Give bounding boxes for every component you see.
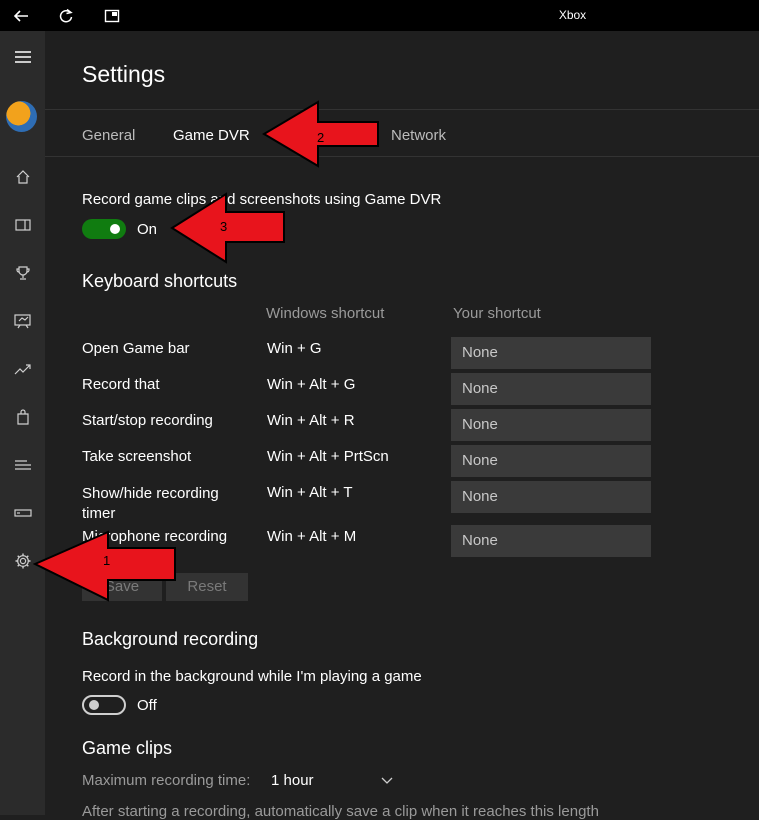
- auto-save-description: After starting a recording, automaticall…: [82, 803, 599, 820]
- chevron-down-icon: [381, 777, 393, 784]
- annotation-number: 1: [103, 553, 110, 568]
- shortcut-action: Start/stop recording: [82, 412, 213, 429]
- windows-shortcut: Win + Alt + T: [267, 484, 353, 501]
- max-recording-time-dropdown[interactable]: 1 hour: [271, 769, 401, 793]
- sidebar: [0, 31, 45, 815]
- background-recording-toggle[interactable]: [82, 695, 126, 715]
- sidebar-item-store[interactable]: [0, 397, 45, 437]
- max-recording-time-value: 1 hour: [271, 772, 314, 789]
- sidebar-item-trending[interactable]: [0, 349, 45, 389]
- game-dvr-icon: [13, 314, 31, 329]
- reset-button[interactable]: Reset: [166, 573, 248, 601]
- your-shortcut-input[interactable]: None: [451, 481, 651, 513]
- your-shortcut-input[interactable]: None: [451, 525, 651, 557]
- tabs-divider: [45, 156, 759, 157]
- toggle-knob: [110, 224, 120, 234]
- games-icon: [14, 219, 31, 231]
- window-title: Xbox: [558, 8, 587, 22]
- windows-shortcut: Win + Alt + M: [267, 528, 357, 545]
- hamburger-menu-button[interactable]: [0, 37, 45, 77]
- max-recording-time-label: Maximum recording time:: [82, 772, 251, 789]
- tab-game-dvr[interactable]: Game DVR: [173, 127, 250, 144]
- keyboard-shortcuts-heading: Keyboard shortcuts: [82, 271, 238, 291]
- sidebar-item-home[interactable]: [0, 157, 45, 197]
- shortcut-action: Open Game bar: [82, 340, 190, 357]
- your-shortcut-input[interactable]: None: [451, 373, 651, 405]
- background-recording-heading: Background recording: [82, 629, 259, 649]
- header-divider: [45, 109, 759, 110]
- windows-shortcut: Win + Alt + R: [267, 412, 355, 429]
- settings-page: Settings General Game DVR Network Record…: [45, 31, 759, 820]
- annotation-arrow-3: 3: [170, 192, 285, 264]
- activity-feed-icon: [14, 460, 31, 470]
- sidebar-item-games[interactable]: [0, 205, 45, 245]
- annotation-number: 2: [317, 130, 324, 145]
- tab-general[interactable]: General: [82, 127, 135, 144]
- shortcut-action: Record that: [82, 376, 160, 393]
- gear-icon: [15, 553, 30, 569]
- shortcut-action: Take screenshot: [82, 448, 192, 465]
- trophy-icon: [15, 266, 30, 280]
- background-toggle-state: Off: [137, 697, 157, 714]
- avatar[interactable]: [6, 101, 37, 132]
- background-recording-label: Record in the background while I'm playi…: [82, 668, 422, 685]
- page-title: Settings: [82, 61, 166, 87]
- trending-icon: [14, 364, 31, 375]
- store-bag-icon: [16, 409, 29, 425]
- your-shortcut-column-header: Your shortcut: [453, 305, 541, 322]
- tab-network[interactable]: Network: [391, 127, 446, 144]
- annotation-number: 3: [220, 219, 227, 234]
- toggle-knob: [89, 700, 99, 710]
- sidebar-item-activity[interactable]: [0, 445, 45, 485]
- record-toggle-state: On: [137, 221, 158, 238]
- sidebar-item-achievements[interactable]: [0, 253, 45, 293]
- game-clips-heading: Game clips: [82, 738, 173, 758]
- windows-shortcut: Win + Alt + PrtScn: [267, 448, 389, 465]
- annotation-arrow-1: 1: [33, 530, 176, 602]
- your-shortcut-input[interactable]: None: [451, 409, 651, 441]
- shortcut-action: Show/hide recording timer: [82, 485, 219, 522]
- your-shortcut-input[interactable]: None: [451, 337, 651, 369]
- console-icon: [13, 509, 32, 517]
- title-bar: Xbox: [0, 0, 759, 31]
- windows-shortcut: Win + G: [267, 340, 322, 357]
- sidebar-item-game-dvr[interactable]: [0, 301, 45, 341]
- record-game-clips-toggle[interactable]: [82, 219, 126, 239]
- windows-shortcut-column-header: Windows shortcut: [266, 305, 385, 322]
- your-shortcut-input[interactable]: None: [451, 445, 651, 477]
- home-icon: [16, 170, 29, 184]
- windows-shortcut: Win + Alt + G: [267, 376, 356, 393]
- hamburger-icon: [14, 51, 31, 63]
- annotation-arrow-2: 2: [262, 100, 379, 168]
- sidebar-item-console[interactable]: [0, 493, 45, 533]
